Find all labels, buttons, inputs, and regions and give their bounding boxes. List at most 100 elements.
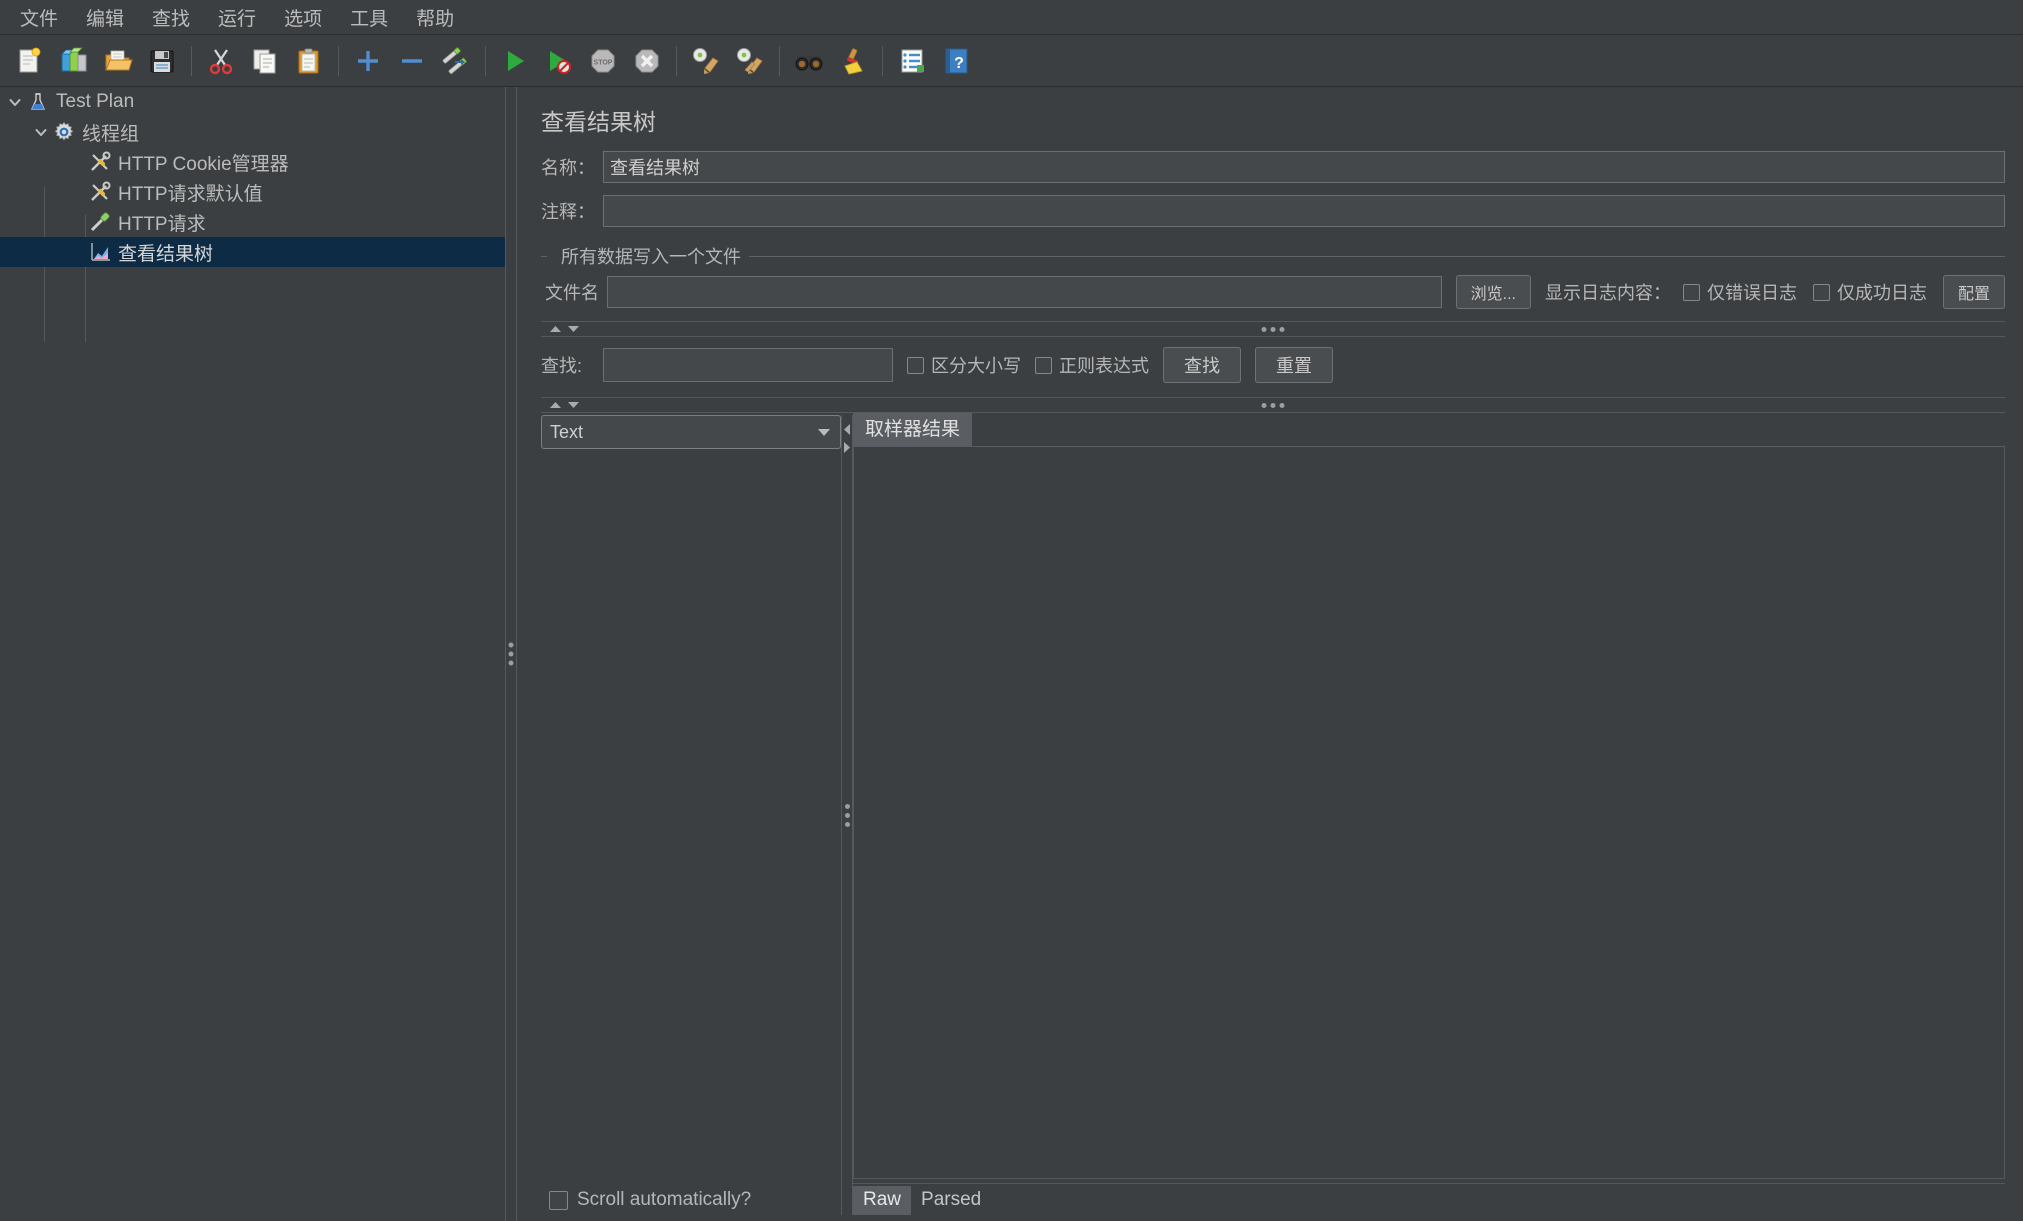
checkbox-box[interactable] [1812, 283, 1830, 301]
search-icon[interactable] [790, 42, 828, 80]
chevron-down-icon[interactable] [4, 91, 26, 113]
checkbox-box[interactable] [549, 1190, 568, 1210]
help-icon[interactable]: ? [937, 42, 975, 80]
toolbar-separator-3 [485, 45, 486, 76]
scroll-automatically-checkbox[interactable]: Scroll automatically? [541, 1179, 841, 1215]
success-only-label: 仅成功日志 [1836, 283, 1927, 303]
shutdown-icon[interactable] [628, 42, 666, 80]
svg-text:?: ? [954, 55, 964, 72]
test-plan-tree[interactable]: Test Plan 线程组 HTTP Cookie管理器 HTTP请求默认值 H… [0, 87, 505, 1221]
collapse-right-icon[interactable] [842, 441, 852, 459]
open-icon[interactable] [99, 42, 137, 80]
copy-icon[interactable] [246, 42, 284, 80]
view-results-tree-panel: 查看结果树 名称： 注释： 所有数据写入一个文件 文件名 浏览... 显示日志内… [517, 87, 2023, 1221]
chevron-down-icon[interactable] [816, 426, 832, 438]
thread-group-icon [52, 120, 76, 144]
group-title: 所有数据写入一个文件 [561, 247, 741, 267]
menu-run[interactable]: 运行 [204, 0, 270, 35]
browse-button[interactable]: 浏览... [1455, 275, 1531, 309]
reset-search-icon[interactable] [834, 42, 872, 80]
test-plan-icon [26, 90, 50, 114]
clear-all-icon[interactable] [731, 42, 769, 80]
case-sensitive-checkbox[interactable]: 区分大小写 [907, 352, 1021, 378]
search-input[interactable] [603, 348, 893, 382]
configure-button[interactable]: 配置 [1942, 275, 2005, 309]
tab-parsed[interactable]: Parsed [911, 1186, 991, 1215]
menu-tools[interactable]: 工具 [336, 0, 402, 35]
stop-icon[interactable]: STOP [584, 42, 622, 80]
tab-raw[interactable]: Raw [853, 1186, 912, 1215]
function-helper-icon[interactable] [893, 42, 931, 80]
tree-node-view-results-tree[interactable]: 查看结果树 [0, 237, 505, 267]
toolbar: STOP ? [0, 35, 2023, 87]
regex-checkbox[interactable]: 正则表达式 [1035, 352, 1149, 378]
reset-search-button[interactable]: 重置 [1255, 347, 1333, 383]
start-no-timers-icon[interactable] [540, 42, 578, 80]
group-header: 所有数据写入一个文件 [541, 245, 2005, 267]
find-button[interactable]: 查找 [1163, 347, 1241, 383]
collapse-down-icon [568, 402, 579, 408]
search-section-splitter[interactable] [541, 321, 2005, 337]
tree-node-test-plan[interactable]: Test Plan [0, 87, 505, 117]
tree-node-thread-group[interactable]: 线程组 [0, 117, 505, 147]
page-title: 查看结果树 [541, 109, 656, 135]
tree-node-label: HTTP Cookie管理器 [118, 153, 289, 175]
sampler-result-list[interactable] [541, 455, 841, 1179]
toggle-icon[interactable] [437, 42, 475, 80]
write-all-data-to-file-group: 所有数据写入一个文件 文件名 浏览... 显示日志内容： 仅错误日志 仅成功日志… [541, 241, 2005, 313]
save-icon[interactable] [143, 42, 181, 80]
menu-help[interactable]: 帮助 [402, 0, 468, 35]
new-icon[interactable] [11, 42, 49, 80]
detail-tabstrip: 取样器结果 [853, 410, 2005, 447]
name-row: 名称： [533, 151, 2005, 183]
toolbar-separator-5 [779, 45, 780, 76]
results-detail-splitter[interactable] [841, 415, 853, 1215]
sampler-result-content[interactable] [853, 447, 2005, 1179]
view-results-tree-icon [88, 240, 112, 264]
tree-node-http-request-defaults[interactable]: HTTP请求默认值 [0, 177, 505, 207]
renderer-selected-value: Text [550, 421, 584, 442]
menu-search[interactable]: 查找 [138, 0, 204, 35]
splitter-arrows[interactable] [549, 400, 580, 410]
splitter-arrows[interactable] [549, 324, 580, 334]
tree-node-http-request[interactable]: HTTP请求 [0, 207, 505, 237]
svg-text:STOP: STOP [594, 59, 613, 66]
splitter-grip-icon [1261, 326, 1285, 332]
name-input[interactable] [603, 151, 2005, 183]
cookie-manager-icon [88, 150, 112, 174]
results-list-panel: Text Scroll automatically? [541, 415, 841, 1215]
http-sampler-icon [88, 210, 112, 234]
group-border-rule [749, 255, 2005, 257]
success-only-checkbox[interactable]: 仅成功日志 [1812, 279, 1927, 305]
checkbox-box[interactable] [907, 356, 924, 374]
menu-file[interactable]: 文件 [6, 0, 72, 35]
expand-icon[interactable] [349, 42, 387, 80]
clear-icon[interactable] [687, 42, 725, 80]
renderer-select[interactable]: Text [541, 415, 841, 449]
chevron-down-icon[interactable] [30, 121, 52, 143]
tab-sampler-result[interactable]: 取样器结果 [853, 410, 973, 446]
menu-edit[interactable]: 编辑 [72, 0, 138, 35]
errors-only-checkbox[interactable]: 仅错误日志 [1682, 279, 1797, 305]
checkbox-box[interactable] [1035, 356, 1052, 374]
results-area: Text Scroll automatically? 取样器结果 Raw Par… [533, 410, 2005, 1221]
start-icon[interactable] [496, 42, 534, 80]
tree-node-http-cookie-manager[interactable]: HTTP Cookie管理器 [0, 147, 505, 177]
templates-icon[interactable] [55, 42, 93, 80]
filename-input[interactable] [607, 276, 1442, 308]
collapse-icon[interactable] [393, 42, 431, 80]
results-section-splitter[interactable] [541, 397, 2005, 413]
cut-icon[interactable] [202, 42, 240, 80]
collapse-up-icon [550, 326, 561, 332]
tree-content-splitter[interactable] [505, 87, 517, 1221]
paste-icon[interactable] [290, 42, 328, 80]
checkbox-box[interactable] [1682, 283, 1700, 301]
comment-input[interactable] [603, 195, 2005, 227]
filename-label: 文件名 [545, 283, 599, 303]
collapse-left-icon[interactable] [842, 423, 852, 441]
group-border-tick [541, 255, 547, 257]
collapse-up-icon [550, 402, 561, 408]
toolbar-separator-6 [882, 45, 883, 76]
menu-options[interactable]: 选项 [270, 0, 336, 35]
tree-node-label: HTTP请求 [118, 213, 206, 235]
